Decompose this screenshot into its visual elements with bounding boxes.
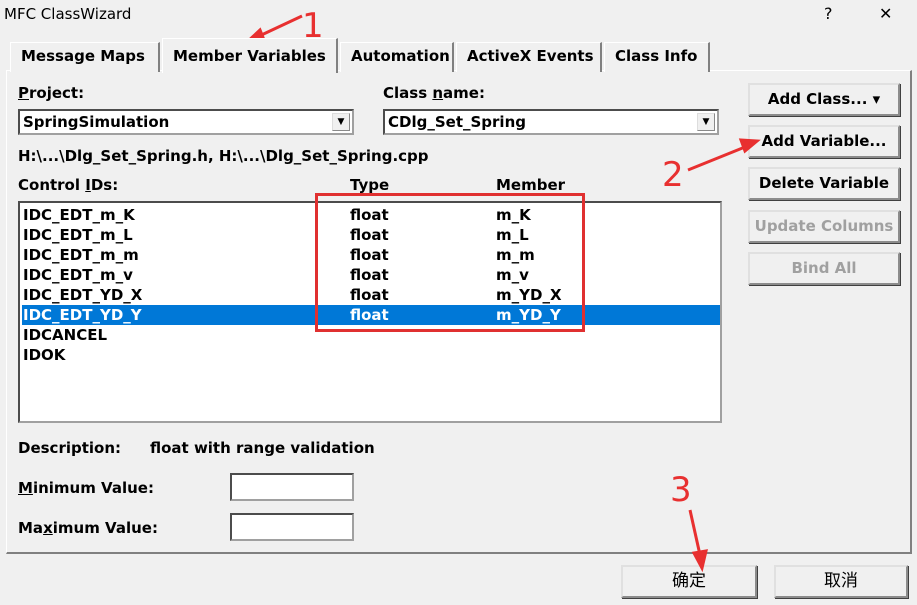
arrow-3-icon: [688, 509, 702, 556]
arrow-2-icon: [687, 145, 746, 172]
tab-member-variables[interactable]: Member Variables: [162, 38, 338, 73]
arrow-2-head-icon: [738, 138, 761, 154]
annotation-arrows: [241, 14, 761, 573]
arrow-3-head-icon: [691, 549, 708, 573]
